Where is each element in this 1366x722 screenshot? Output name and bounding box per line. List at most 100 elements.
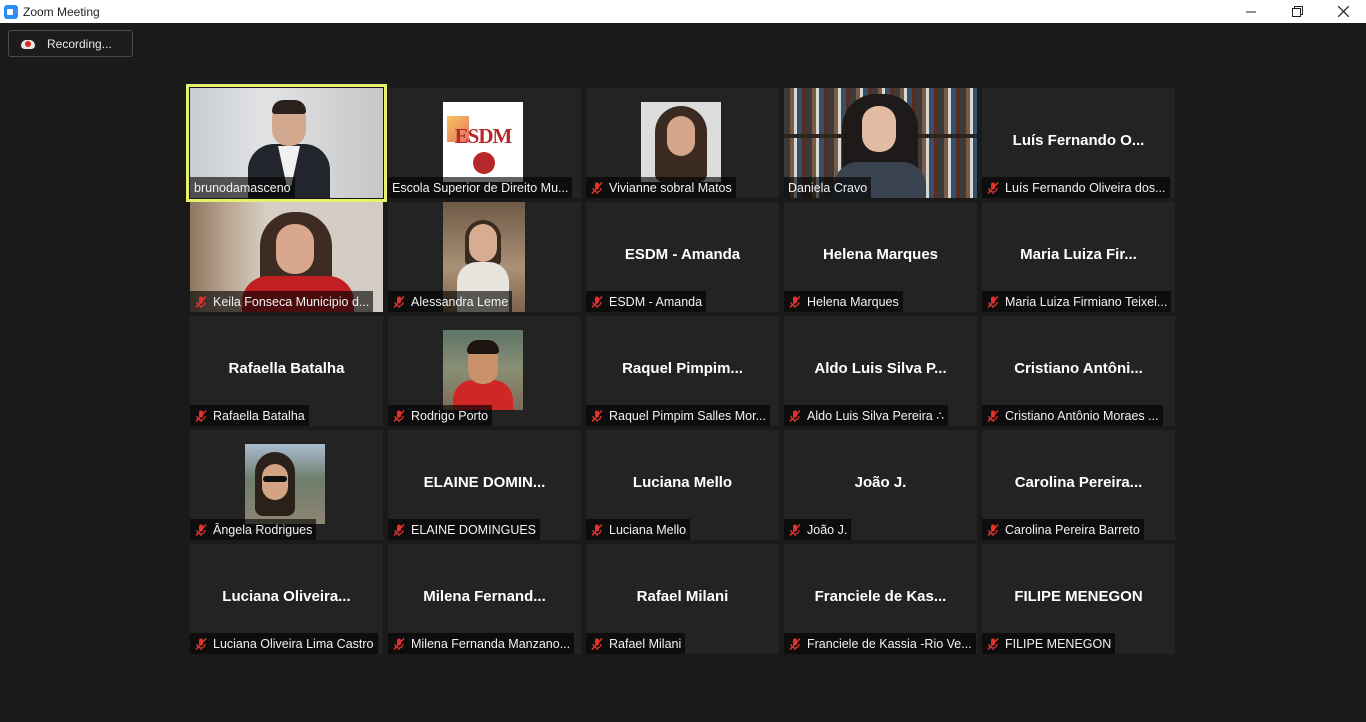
muted-microphone-icon <box>393 523 405 536</box>
gallery-view-grid: brunodamasceno ESDM Escola Superior de Dir… <box>186 84 1176 654</box>
participant-display-name: Rafael Milani <box>636 588 729 605</box>
participant-tile[interactable]: Raquel Pimpim... Raquel Pimpim Salles Mor… <box>586 316 779 426</box>
close-button[interactable] <box>1320 0 1366 23</box>
muted-microphone-icon <box>195 409 207 422</box>
participant-name-bar: Vivianne sobral Matos <box>586 177 736 198</box>
participant-name-bar: Keila Fonseca Municipio d... <box>190 291 374 312</box>
participant-tile[interactable]: ESDM - Amanda ESDM - Amanda <box>586 202 779 312</box>
participant-tile[interactable]: Rodrigo Porto <box>388 316 581 426</box>
muted-microphone-icon <box>591 637 603 650</box>
window-controls <box>1228 0 1366 23</box>
participant-name-label: Escola Superior de Direito Mu... <box>392 180 569 195</box>
zoom-app-icon <box>4 4 18 19</box>
participant-tile[interactable]: Helena Marques Helena Marques <box>784 202 977 312</box>
participant-name-bar: Milena Fernanda Manzano... <box>388 633 575 654</box>
muted-microphone-icon <box>195 637 207 650</box>
participant-tile[interactable]: Alessandra Leme <box>388 202 581 312</box>
close-icon <box>1337 6 1349 17</box>
participant-tile[interactable]: Luciana Oliveira... Luciana Oliveira Lima… <box>190 544 383 654</box>
participant-tile[interactable]: ELAINE DOMIN... ELAINE DOMINGUES <box>388 430 581 540</box>
participant-tile[interactable]: FILIPE MENEGON FILIPE MENEGON <box>982 544 1175 654</box>
participant-name-label: Daniela Cravo <box>788 180 868 195</box>
participant-name-bar: Luís Fernando Oliveira dos... <box>982 177 1170 198</box>
participant-name-bar: Luciana Mello <box>586 519 691 540</box>
participant-name-bar: Daniela Cravo <box>784 177 872 198</box>
muted-microphone-icon <box>987 409 999 422</box>
participant-tile[interactable]: Ângela Rodrigues <box>190 430 383 540</box>
participant-name-label: Luciana Mello <box>609 522 687 537</box>
muted-microphone-icon <box>195 523 207 536</box>
participant-display-name: Cristiano Antôni... <box>1014 360 1143 377</box>
participant-name-bar: Cristiano Antônio Moraes ... <box>982 405 1163 426</box>
participant-name-label: ESDM - Amanda <box>609 294 703 309</box>
muted-microphone-icon <box>591 181 603 194</box>
participant-tile[interactable]: Carolina Pereira... Carolina Pereira Barr… <box>982 430 1175 540</box>
muted-microphone-icon <box>789 637 801 650</box>
participant-name-label: Keila Fonseca Municipio d... <box>213 294 370 309</box>
participant-name-bar: Carolina Pereira Barreto <box>982 519 1144 540</box>
participant-display-name: Helena Marques <box>822 246 939 263</box>
participant-name-label: Raquel Pimpim Salles Mor... <box>609 408 767 423</box>
participant-name-bar: Franciele de Kassia -Rio Ve... <box>784 633 976 654</box>
minimize-icon <box>1245 11 1256 13</box>
participant-name-bar: FILIPE MENEGON <box>982 633 1116 654</box>
participant-name-label: Luís Fernando Oliveira dos... <box>1005 180 1166 195</box>
muted-microphone-icon <box>591 523 603 536</box>
participant-tile[interactable]: ESDM Escola Superior de Direito Mu... <box>388 88 581 198</box>
participant-tile[interactable]: Aldo Luis Silva P... Aldo Luis Silva Pere… <box>784 316 977 426</box>
participant-display-name: Luciana Oliveira... <box>222 588 351 605</box>
profile-photo <box>641 102 721 182</box>
participant-tile[interactable]: Daniela Cravo <box>784 88 977 198</box>
participant-display-name: Rafaella Batalha <box>228 360 345 377</box>
participant-name-label: Alessandra Leme <box>411 294 509 309</box>
participant-display-name: Maria Luiza Fir... <box>1020 246 1137 263</box>
participant-tile[interactable]: Luís Fernando O... Luís Fernando Oliveira… <box>982 88 1175 198</box>
participant-name-bar: Rafaella Batalha <box>190 405 309 426</box>
participant-tile[interactable]: Maria Luiza Fir... Maria Luiza Firmiano T… <box>982 202 1175 312</box>
participant-name-label: Helena Marques <box>807 294 899 309</box>
esdm-logo-image: ESDM <box>443 102 523 182</box>
recording-indicator[interactable]: Recording... <box>8 30 133 57</box>
minimize-button[interactable] <box>1228 0 1274 23</box>
participant-tile[interactable]: Franciele de Kas... Franciele de Kassia -… <box>784 544 977 654</box>
muted-microphone-icon <box>591 295 603 308</box>
participant-name-label: Rodrigo Porto <box>411 408 489 423</box>
participant-tile[interactable]: Cristiano Antôni... Cristiano Antônio Mor… <box>982 316 1175 426</box>
muted-microphone-icon <box>987 523 999 536</box>
participant-name-label: Luciana Oliveira Lima Castro <box>213 636 374 651</box>
participant-tile[interactable]: Rafael Milani Rafael Milani <box>586 544 779 654</box>
muted-microphone-icon <box>195 295 207 308</box>
participant-tile[interactable]: brunodamasceno <box>186 84 387 202</box>
participant-tile[interactable]: Milena Fernand... Milena Fernanda Manzano… <box>388 544 581 654</box>
participant-tile[interactable]: Luciana Mello Luciana Mello <box>586 430 779 540</box>
participant-tile[interactable]: Rafaella Batalha Rafaella Batalha <box>190 316 383 426</box>
recording-label: Recording... <box>47 36 112 51</box>
participant-name-bar: Helena Marques <box>784 291 903 312</box>
participant-name-bar: Aldo Luis Silva Pereira ∴ <box>784 405 949 426</box>
participant-name-bar: João J. <box>784 519 852 540</box>
participant-name-bar: ESDM - Amanda <box>586 291 707 312</box>
participant-name-label: FILIPE MENEGON <box>1005 636 1112 651</box>
muted-microphone-icon <box>789 409 801 422</box>
participant-name-label: Franciele de Kassia -Rio Ve... <box>807 636 972 651</box>
participant-display-name: Franciele de Kas... <box>814 588 947 605</box>
maximize-button[interactable] <box>1274 0 1320 23</box>
muted-microphone-icon <box>987 295 999 308</box>
muted-microphone-icon <box>591 409 603 422</box>
participant-name-bar: Ângela Rodrigues <box>190 519 317 540</box>
participant-name-label: Aldo Luis Silva Pereira ∴ <box>807 409 945 423</box>
participant-tile[interactable]: Vivianne sobral Matos <box>586 88 779 198</box>
participant-name-label: Rafaella Batalha <box>213 408 305 423</box>
participant-tile[interactable]: Keila Fonseca Municipio d... <box>190 202 383 312</box>
participant-display-name: João J. <box>854 474 907 491</box>
participant-name-bar: Rafael Milani <box>586 633 686 654</box>
participant-name-label: João J. <box>807 522 848 537</box>
participant-tile[interactable]: João J. João J. <box>784 430 977 540</box>
muted-microphone-icon <box>789 523 801 536</box>
participant-name-label: Ângela Rodrigues <box>213 522 313 537</box>
participant-display-name: FILIPE MENEGON <box>1014 588 1143 605</box>
participant-name-bar: Raquel Pimpim Salles Mor... <box>586 405 771 426</box>
muted-microphone-icon <box>987 637 999 650</box>
profile-photo <box>443 330 523 410</box>
muted-microphone-icon <box>393 637 405 650</box>
